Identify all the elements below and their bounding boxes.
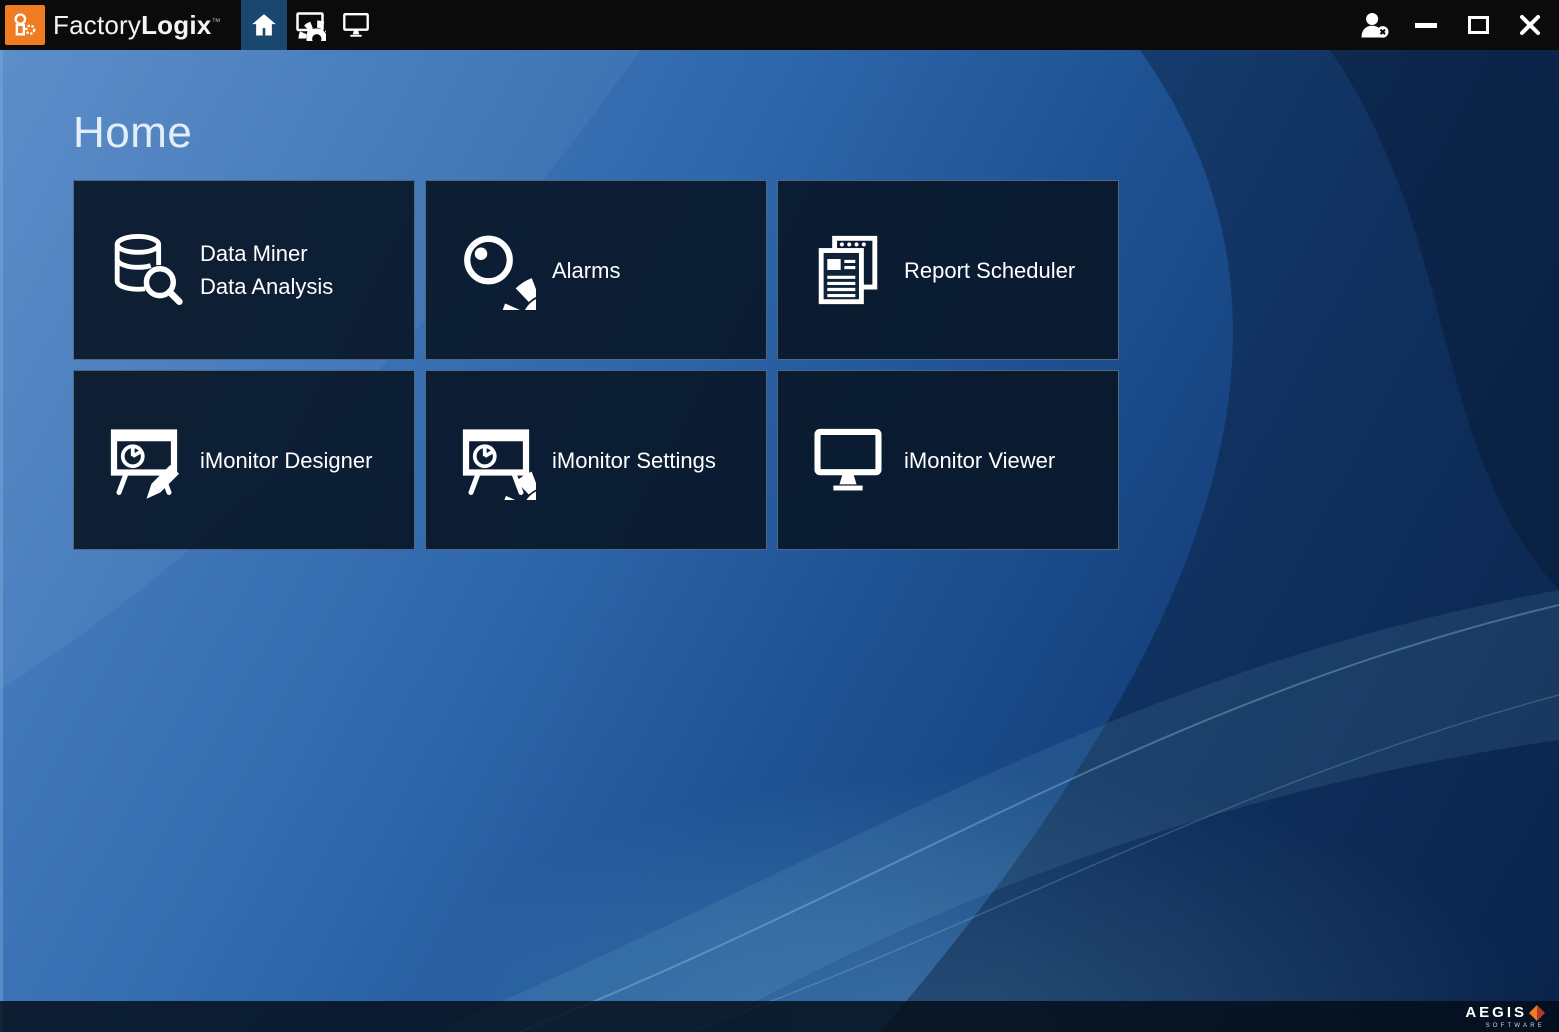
monitor-gear-icon (294, 9, 326, 41)
app-title: FactoryLogix™ (53, 10, 221, 41)
tile-label: iMonitor Viewer (898, 444, 1055, 477)
tile-data-miner[interactable]: Data Miner Data Analysis (73, 180, 415, 360)
aegis-software-text: SOFTWARE (1486, 1023, 1545, 1029)
tile-label: Data Miner Data Analysis (194, 237, 333, 303)
titlebar-tabs (241, 0, 379, 50)
maximize-button[interactable] (1461, 8, 1495, 42)
brand-part1: Factory (53, 10, 141, 40)
close-icon (1518, 13, 1542, 37)
brand-part2: Logix (141, 10, 211, 40)
presentation-pencil-icon (94, 420, 194, 500)
tile-alarms[interactable]: Alarms (425, 180, 767, 360)
title-bar: FactoryLogix™ (0, 0, 1559, 50)
tile-label: iMonitor Settings (546, 444, 716, 477)
tab-home[interactable] (241, 0, 287, 50)
factorylogix-logo-icon (11, 11, 39, 39)
database-search-icon (94, 231, 194, 309)
tile-label: iMonitor Designer (194, 444, 372, 477)
report-scheduler-icon (798, 231, 898, 309)
tile-report-scheduler[interactable]: Report Scheduler (777, 180, 1119, 360)
user-logout-icon (1359, 10, 1389, 40)
monitor-icon (798, 421, 898, 499)
tile-imonitor-viewer[interactable]: iMonitor Viewer (777, 370, 1119, 550)
home-tile-grid: Data Miner Data Analysis Alarms (73, 180, 1119, 550)
tile-imonitor-settings[interactable]: iMonitor Settings (425, 370, 767, 550)
aegis-brand-text: AEGIS (1465, 1005, 1527, 1020)
tab-imonitor-settings[interactable] (287, 0, 333, 50)
aegis-logo: AEGIS SOFTWARE (1465, 1005, 1545, 1029)
close-button[interactable] (1513, 8, 1547, 42)
aegis-diamond-icon (1529, 1005, 1545, 1021)
presentation-gear-icon (446, 420, 546, 500)
tab-imonitor-viewer[interactable] (333, 0, 379, 50)
tile-imonitor-designer[interactable]: iMonitor Designer (73, 370, 415, 550)
page-title: Home (73, 108, 1559, 158)
home-icon (250, 11, 278, 39)
minimize-icon (1415, 23, 1437, 28)
maximize-icon (1468, 16, 1489, 34)
logout-user-button[interactable] (1357, 8, 1391, 42)
brand-trademark: ™ (211, 16, 220, 26)
alarm-gear-icon (446, 230, 546, 310)
main-area: Home Data Miner Data Analysis (0, 50, 1559, 1032)
minimize-button[interactable] (1409, 8, 1443, 42)
factorylogix-logo (5, 5, 45, 45)
titlebar-controls (1357, 8, 1559, 42)
tile-label: Alarms (546, 254, 620, 287)
monitor-icon (341, 10, 371, 40)
tile-label: Report Scheduler (898, 254, 1075, 287)
footer-bar: AEGIS SOFTWARE (0, 1001, 1559, 1032)
